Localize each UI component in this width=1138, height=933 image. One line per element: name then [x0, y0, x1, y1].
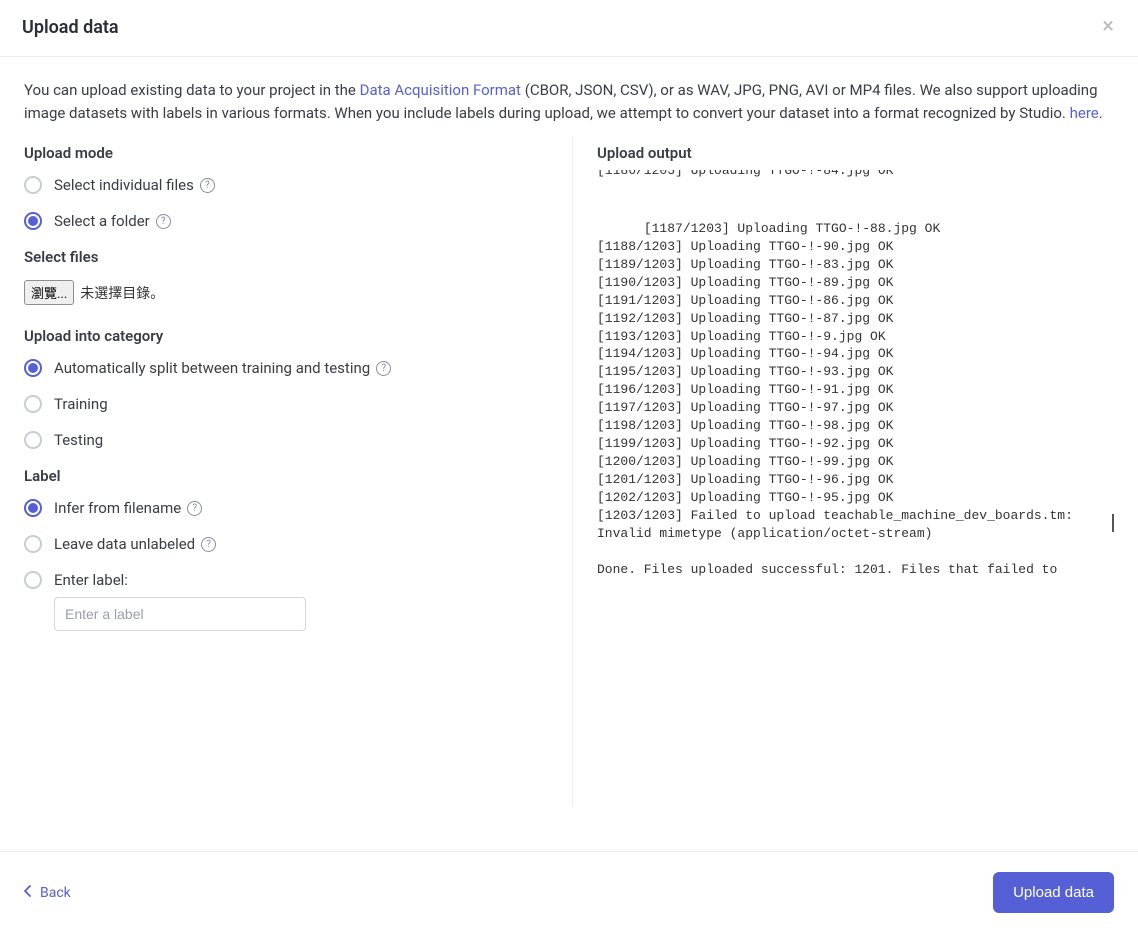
radio-icon — [24, 212, 42, 230]
scrollbar-thumb[interactable] — [1112, 514, 1114, 532]
radio-icon — [24, 431, 42, 449]
data-acquisition-link[interactable]: Data Acquisition Format — [360, 81, 521, 99]
radio-training[interactable]: Training — [24, 395, 548, 413]
file-status: 未選擇目錄。 — [80, 283, 164, 303]
help-icon[interactable]: ? — [156, 214, 171, 229]
close-icon[interactable]: × — [1102, 16, 1114, 38]
here-link[interactable]: here — [1070, 104, 1099, 122]
upload-output-heading: Upload output — [597, 144, 1114, 162]
select-files-heading: Select files — [24, 248, 548, 266]
chevron-left-icon — [24, 885, 32, 901]
label-input[interactable] — [54, 597, 306, 631]
help-icon[interactable]: ? — [200, 178, 215, 193]
radio-icon — [24, 395, 42, 413]
label-heading: Label — [24, 467, 548, 485]
radio-enter-label[interactable]: Enter label: — [24, 571, 548, 589]
category-heading: Upload into category — [24, 327, 548, 345]
upload-output-log: [1186/1203] Uploading TTGO-!-84.jpg OK [… — [597, 170, 1114, 580]
radio-individual-files[interactable]: Select individual files ? — [24, 176, 548, 194]
radio-icon — [24, 535, 42, 553]
radio-icon — [24, 359, 42, 377]
radio-select-folder[interactable]: Select a folder ? — [24, 212, 548, 230]
radio-infer-filename[interactable]: Infer from filename ? — [24, 499, 548, 517]
radio-leave-unlabeled[interactable]: Leave data unlabeled ? — [24, 535, 548, 553]
help-icon[interactable]: ? — [201, 537, 216, 552]
radio-icon — [24, 571, 42, 589]
description-text: You can upload existing data to your pro… — [0, 57, 1138, 136]
radio-testing[interactable]: Testing — [24, 431, 548, 449]
radio-icon — [24, 176, 42, 194]
back-button[interactable]: Back — [24, 885, 71, 901]
dialog-title: Upload data — [22, 17, 119, 38]
upload-data-button[interactable]: Upload data — [993, 872, 1114, 913]
help-icon[interactable]: ? — [187, 501, 202, 516]
browse-button[interactable]: 瀏覽... — [24, 280, 74, 305]
radio-icon — [24, 499, 42, 517]
radio-auto-split[interactable]: Automatically split between training and… — [24, 359, 548, 377]
help-icon[interactable]: ? — [376, 361, 391, 376]
upload-mode-heading: Upload mode — [24, 144, 548, 162]
